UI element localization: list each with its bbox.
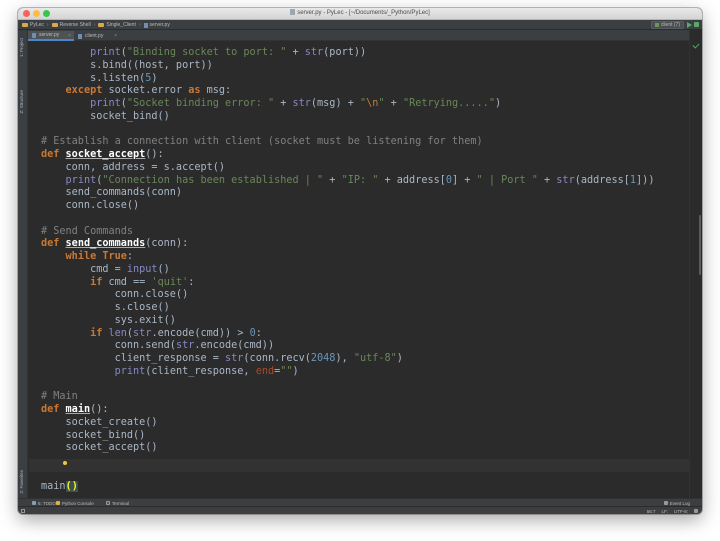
- file-encoding[interactable]: UTF-8:: [674, 509, 688, 514]
- run-button[interactable]: [687, 22, 692, 28]
- ide-window: server.py - PyLec - [~/Documents/_Python…: [18, 8, 702, 514]
- code-line[interactable]: conn.close(): [41, 199, 140, 212]
- editor-gutter-right: [689, 30, 702, 498]
- code-line[interactable]: if cmd == 'quit':: [41, 276, 194, 289]
- python-file-icon: [143, 22, 148, 28]
- breadcrumb: PyLec › Reverse Shell › Single_Client › …: [22, 20, 170, 30]
- window-title: server.py - PyLec - [~/Documents/_Python…: [18, 9, 702, 18]
- left-tool-window-strip: 1: Project Z: Structure 2: Favorites: [18, 30, 28, 498]
- debug-button[interactable]: [694, 22, 699, 27]
- close-tab-icon[interactable]: ×: [114, 33, 117, 39]
- python-file-icon: [78, 33, 82, 39]
- code-line[interactable]: print(client_response, end=""): [41, 365, 299, 378]
- code-line[interactable]: conn.close(): [41, 288, 189, 301]
- breadcrumb-file[interactable]: server.py: [143, 22, 170, 28]
- code-line[interactable]: def send_commands(conn):: [41, 237, 188, 250]
- folder-icon: [51, 23, 58, 27]
- line-separator[interactable]: LF:: [661, 509, 668, 514]
- folder-icon: [98, 23, 105, 27]
- code-line[interactable]: send_commands(conn): [41, 186, 183, 199]
- tool-windows-toggle-icon[interactable]: [21, 509, 25, 513]
- todo-list-icon: [32, 501, 36, 505]
- status-bar: 56:7 LF: UTF-8:: [18, 506, 702, 514]
- folder-icon: [22, 23, 28, 27]
- code-line[interactable]: while True:: [41, 250, 134, 263]
- python-run-config-icon: [654, 23, 659, 27]
- breadcrumb-separator-icon: ›: [93, 22, 96, 28]
- status-right-group: 56:7 LF: UTF-8:: [641, 507, 688, 514]
- code-line[interactable]: s.bind((host, port)): [41, 59, 213, 72]
- code-line[interactable]: client_response = str(conn.recv(2048), "…: [41, 352, 403, 365]
- code-line[interactable]: cmd = input(): [41, 263, 170, 276]
- code-line[interactable]: print("Socket binding error: " + str(msg…: [41, 97, 501, 110]
- caret-position[interactable]: 56:7: [647, 509, 656, 514]
- breadcrumb-separator-icon: ›: [46, 22, 49, 28]
- bottom-tool-bar: 6: TODO Python Console Terminal Event Lo…: [18, 498, 702, 506]
- close-tab-icon[interactable]: ×: [68, 33, 71, 39]
- tab-client-py[interactable]: client.py ×: [74, 31, 120, 41]
- editor-tabs: server.py × client.py ×: [28, 30, 689, 41]
- favorites-tool-window-button[interactable]: 2: Favorites: [19, 470, 24, 494]
- code-line[interactable]: # Main: [41, 390, 78, 403]
- tab-server-py[interactable]: server.py ×: [28, 31, 74, 41]
- code-line[interactable]: socket_bind(): [41, 110, 170, 123]
- terminal-icon: [106, 501, 110, 505]
- breadcrumb-project[interactable]: PyLec: [22, 22, 44, 28]
- code-line[interactable]: main(): [41, 480, 78, 493]
- lock-icon[interactable]: [694, 509, 698, 513]
- code-line[interactable]: socket_accept(): [41, 441, 158, 454]
- code-line[interactable]: def main():: [41, 403, 109, 416]
- code-line[interactable]: except socket.error as msg:: [41, 84, 232, 97]
- inspection-ok-icon[interactable]: [692, 41, 700, 49]
- title-bar[interactable]: server.py - PyLec - [~/Documents/_Python…: [18, 8, 702, 20]
- code-line[interactable]: def socket_accept():: [41, 148, 164, 161]
- event-log-icon: [663, 501, 668, 505]
- intention-bulb-icon[interactable]: [63, 461, 67, 465]
- vertical-scrollbar[interactable]: [699, 215, 701, 275]
- code-line[interactable]: # Send Commands: [41, 225, 133, 238]
- breadcrumb-reverse-shell[interactable]: Reverse Shell: [51, 22, 91, 28]
- python-file-icon: [290, 9, 296, 15]
- python-file-icon: [32, 32, 36, 38]
- code-line[interactable]: sys.exit(): [41, 314, 176, 327]
- code-line[interactable]: conn.send(str.encode(cmd)): [41, 339, 274, 352]
- code-line[interactable]: print("Binding socket to port: " + str(p…: [41, 46, 366, 59]
- project-tool-window-button[interactable]: 1: Project: [19, 38, 24, 57]
- caret-row-highlight: [29, 459, 689, 472]
- python-console-icon: [56, 501, 60, 505]
- breadcrumb-single-client[interactable]: Single_Client: [98, 22, 136, 28]
- navigation-bar: PyLec › Reverse Shell › Single_Client › …: [18, 20, 702, 30]
- code-line[interactable]: # Establish a connection with client (so…: [41, 135, 483, 148]
- code-line[interactable]: print("Connection has been established |…: [41, 174, 655, 187]
- code-line[interactable]: socket_bind(): [41, 429, 146, 442]
- code-line[interactable]: s.close(): [41, 301, 170, 314]
- code-line[interactable]: socket_create(): [41, 416, 158, 429]
- run-configuration-select[interactable]: client (7): [650, 21, 684, 29]
- structure-tool-window-button[interactable]: Z: Structure: [19, 90, 24, 114]
- code-line[interactable]: conn, address = s.accept(): [41, 161, 225, 174]
- breadcrumb-separator-icon: ›: [138, 22, 141, 28]
- code-line[interactable]: if len(str.encode(cmd)) > 0:: [41, 327, 262, 340]
- code-line[interactable]: s.listen(5): [41, 72, 158, 85]
- code-editor[interactable]: print("Binding socket to port: " + str(p…: [29, 42, 689, 498]
